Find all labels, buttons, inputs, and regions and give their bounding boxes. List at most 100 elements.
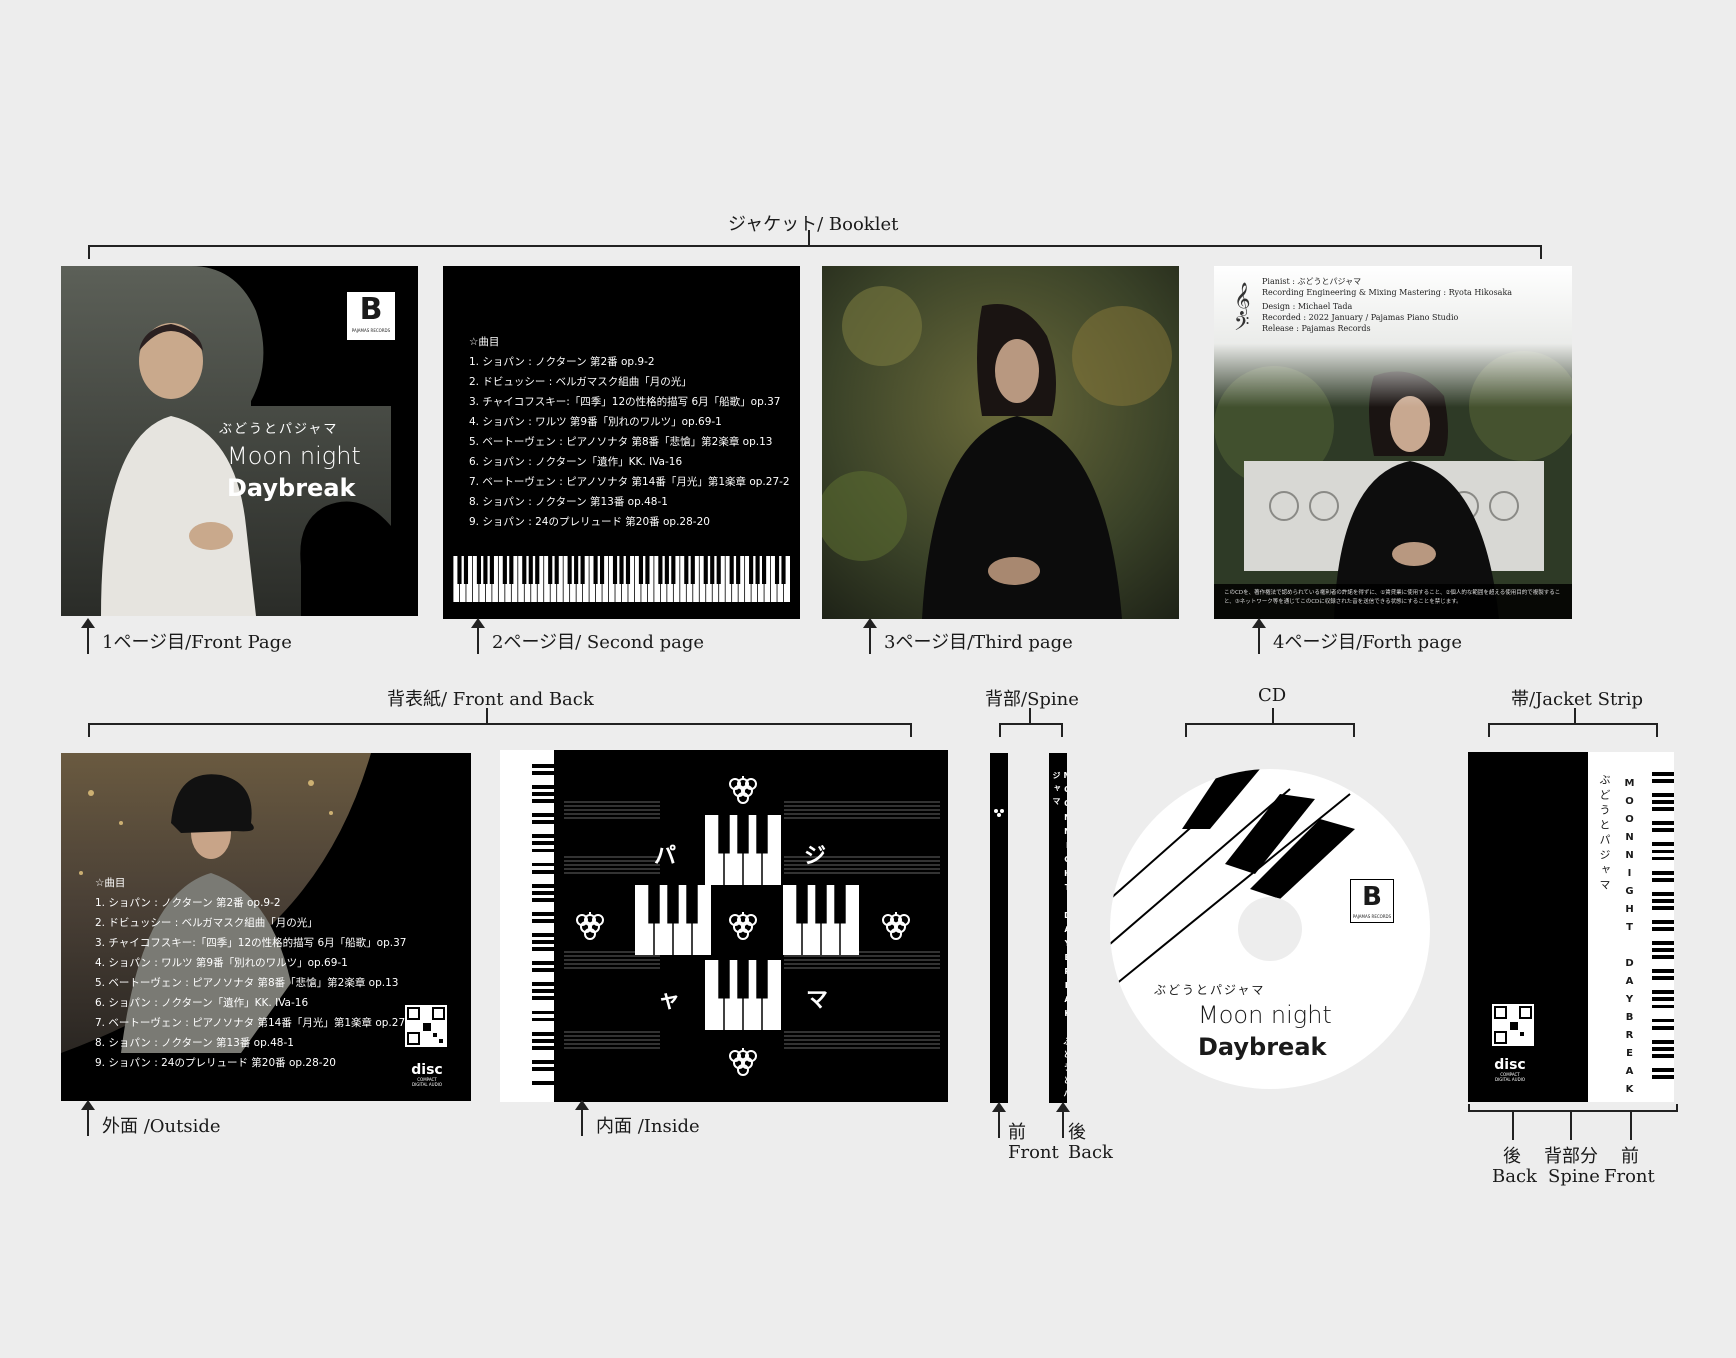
fourth-page-caption: 4ページ目/Forth page — [1273, 632, 1463, 653]
cd-title-2: Daybreak — [1198, 1033, 1327, 1061]
track-item: 4. ショパン : ワルツ 第9番「別れのワルツ」op.69-1 — [95, 957, 348, 969]
strip-back-tick — [1512, 1110, 1514, 1140]
third-page-caption: 3ページ目/Third page — [884, 632, 1073, 653]
second-track-list: ☆曲目 1. ショパン : ノクターン 第2番 op.9-2 2. ドビュッシー… — [469, 332, 790, 532]
strip-back-black: disc COMPACT DIGITAL AUDIO — [1468, 752, 1588, 1102]
outside-arrow — [81, 1100, 95, 1136]
disc-logo-text: disc — [411, 1062, 443, 1078]
front-title-2: Daybreak — [227, 474, 356, 502]
cd-logo: B PAJAMAS RECORDS — [1350, 879, 1394, 923]
disc-logo-subtext: COMPACT DIGITAL AUDIO — [1495, 1072, 1525, 1082]
back-cover-section-label: 背表紙/ Front and Back — [387, 689, 594, 710]
credit-line: Release : Pajamas Records — [1262, 324, 1371, 333]
credit-line: Design : Michael Tada — [1262, 302, 1353, 311]
front-page-caption: 1ページ目/Front Page — [102, 632, 292, 653]
third-photo-art — [822, 266, 1179, 619]
piano-key — [1652, 955, 1674, 960]
piano-key — [1652, 997, 1674, 1002]
track-item: 6. ショパン : ノクターン「遺作」KK. IVa-16 — [469, 456, 683, 468]
piano-key — [1652, 905, 1674, 910]
back-cover-outside: ☆曲目 1. ショパン : ノクターン 第2番 op.9-2 2. ドビュッシー… — [61, 753, 471, 1101]
svg-text:𝄞: 𝄞 — [1234, 282, 1251, 316]
piano-key — [1652, 941, 1674, 945]
spine-back-arrow — [1056, 1102, 1070, 1138]
booklet-section-label: ジャケット/ Booklet — [728, 214, 899, 235]
front-logo-text: PAJAMAS RECORDS — [351, 328, 391, 333]
piano-key — [1652, 807, 1674, 812]
front-page-arrow — [81, 618, 95, 654]
piano-key — [1652, 1074, 1674, 1079]
strip-section-label: 帯/Jacket Strip — [1511, 689, 1644, 710]
piano-key — [1652, 1004, 1674, 1009]
track-item: 5. ベートーヴェン : ピアノソナタ 第8番「悲愴」第2楽章 op.13 — [95, 977, 399, 989]
piano-key — [1652, 891, 1674, 896]
spine-back-strip: MOONNIGHT DAYBREAK ぶどうとパジャマ — [1049, 753, 1067, 1103]
strip-keys — [1652, 772, 1674, 1082]
strip-back-jp: 後 — [1503, 1146, 1521, 1167]
piano-key — [1652, 927, 1674, 931]
strip-disc-logo: disc COMPACT DIGITAL AUDIO — [1494, 1058, 1526, 1082]
tracks-heading: ☆曲目 — [469, 336, 500, 348]
strip-bracket — [1488, 723, 1658, 737]
outside-caption: 外面 /Outside — [102, 1116, 221, 1137]
track-item: 9. ショパン : 24のプレリュード 第20番 op.28-20 — [469, 516, 710, 528]
booklet-bracket-tick — [808, 230, 810, 246]
spine-back-en: Back — [1068, 1142, 1113, 1163]
piano-key — [1652, 793, 1674, 797]
back-cover-inside: パ ジ ャ マ — [500, 750, 948, 1102]
piano-key — [1652, 800, 1674, 805]
piano-key — [1652, 856, 1674, 861]
inside-kana-ma: マ — [806, 988, 829, 1013]
strip-bottom-bracket — [1468, 1104, 1678, 1112]
cd-disc: B PAJAMAS RECORDS ぶどうとパジャマ Moon night Da… — [1110, 769, 1430, 1089]
cd-bracket — [1185, 723, 1355, 737]
booklet-front-page: B PAJAMAS RECORDS ぶどうとパジャマ Moon night Da… — [61, 266, 418, 616]
spine-back-jp: 後 — [1068, 1122, 1086, 1143]
front-title-1: Moon night — [227, 442, 361, 470]
piano-key — [1652, 870, 1674, 875]
track-item: 6. ショパン : ノクターン「遺作」KK. IVa-16 — [95, 997, 309, 1009]
credit-line: Recorded : 2022 January / Pajamas Piano … — [1262, 313, 1459, 322]
outside-qr-code — [405, 1005, 447, 1047]
spine-bracket — [999, 723, 1063, 737]
inside-arrow — [575, 1100, 589, 1136]
front-logo: B PAJAMAS RECORDS — [347, 292, 395, 340]
grape-icon — [994, 809, 1004, 817]
piano-key — [1652, 969, 1674, 974]
piano-key — [1652, 1067, 1674, 1072]
strip-front-jp: 前 — [1621, 1146, 1639, 1167]
inside-kana-ya: ャ — [658, 988, 681, 1013]
cd-title-1: Moon night — [1198, 1001, 1332, 1029]
strip-title-vertical: MOONNIGHT DAYBREAK — [1624, 778, 1635, 1102]
piano-key — [1652, 948, 1674, 952]
piano-key — [1652, 849, 1674, 854]
credit-line: Recording Engineering & Mixing Mastering… — [1262, 288, 1513, 297]
cd-artist: ぶどうとパジャマ — [1154, 983, 1266, 997]
track-item: 8. ショパン : ノクターン 第13番 op.48-1 — [469, 496, 668, 508]
cd-bracket-tick — [1272, 708, 1274, 724]
strip-bracket-tick — [1574, 708, 1576, 724]
inside-caption: 内面 /Inside — [596, 1116, 700, 1137]
piano-key — [1652, 877, 1674, 882]
spine-text: MOONNIGHT DAYBREAK ぶどうとパジャマ — [1052, 771, 1067, 1102]
strip-qr-code — [1492, 1004, 1534, 1046]
outside-track-list: ☆曲目 1. ショパン : ノクターン 第2番 op.9-2 2. ドビュッシー… — [95, 873, 416, 1073]
spine-front-strip — [990, 753, 1008, 1103]
strip-front-white: ぶどうとパジャマ MOONNIGHT DAYBREAK — [1588, 752, 1674, 1102]
cd-section-label: CD — [1258, 685, 1287, 706]
strip-spine-tick — [1570, 1110, 1572, 1140]
strip-back-en: Back — [1492, 1166, 1537, 1187]
piano-key — [1652, 1039, 1674, 1044]
second-piano-keyboard — [453, 556, 790, 602]
track-item: 2. ドビュッシー : ベルガマスク組曲「月の光」 — [95, 917, 318, 929]
strip-artist-vertical: ぶどうとパジャマ — [1598, 774, 1611, 894]
inside-kana-ji: ジ — [804, 844, 827, 869]
disc-logo-text: disc — [1494, 1057, 1526, 1073]
spine-front-en: Front — [1008, 1142, 1059, 1163]
piano-key — [1652, 828, 1674, 833]
fourth-credits: Pianist : ぶどうとパジャマ Recording Engineering… — [1262, 276, 1512, 334]
track-item: 8. ショパン : ノクターン 第13番 op.48-1 — [95, 1037, 294, 1049]
piano-key — [1652, 919, 1674, 924]
third-page-arrow — [863, 618, 877, 654]
back-cover-bracket — [88, 723, 912, 737]
